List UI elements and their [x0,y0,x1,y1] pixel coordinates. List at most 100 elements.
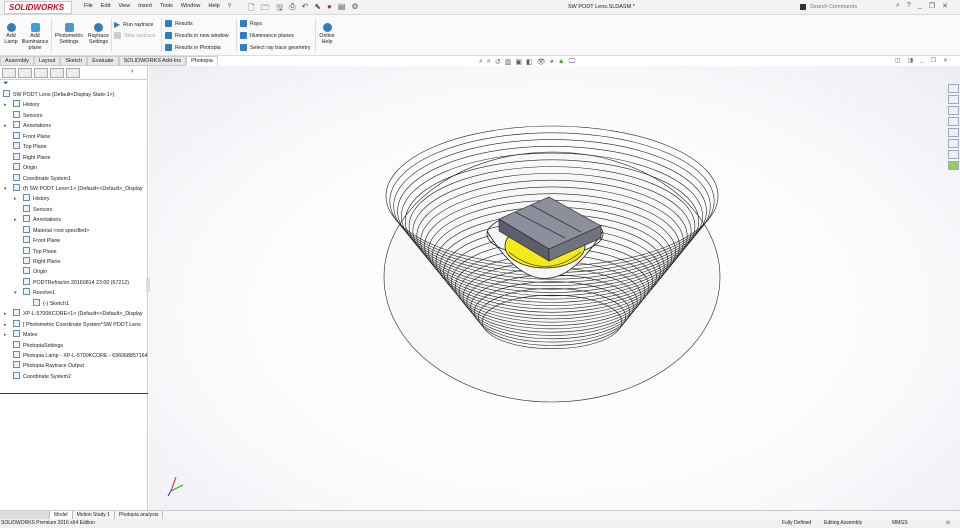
select-icon[interactable]: ⬉ [314,2,321,16]
tree-item[interactable]: PODTRefractor 20160814 23:00 (67212) [0,277,147,288]
tile-icon[interactable]: ◫ [895,57,901,64]
tree-item[interactable]: Front Plane [0,131,147,142]
tree-item[interactable]: ▸ History [0,100,147,110]
tab-assembly[interactable]: Assembly [0,56,34,66]
tree-item[interactable]: PhotopiaSettings [0,340,147,351]
tree-item[interactable]: ▸ History [0,194,147,204]
tab-solidworks-add-ins[interactable]: SOLIDWORKS Add-Ins [118,56,187,66]
tree-item[interactable]: Sensors [0,204,147,215]
file-explorer-icon[interactable] [948,106,959,115]
restore-icon[interactable]: ❐ [929,2,935,10]
tab-photopia-analysis[interactable]: Photopia analysis [115,511,164,519]
custom-properties-icon[interactable] [948,139,959,148]
filter-icon[interactable]: ⏷ [0,80,147,90]
pin-icon[interactable]: ⚲ [228,3,232,9]
tree-item[interactable]: Right Plane [0,257,147,267]
panel-expand-icon[interactable]: › [131,68,145,78]
rays-button[interactable]: Rays [240,20,262,27]
tab-photopia[interactable]: Photopia [186,56,218,66]
zoom-area-icon[interactable]: ⌕ [487,58,491,66]
expand-arrow-icon[interactable]: ▸ [4,121,7,131]
search-commands-input[interactable]: Search Commands [798,2,888,12]
tree-item[interactable]: Front Plane [0,236,147,246]
zoom-to-fit-icon[interactable]: ⌕ [479,58,483,66]
photometric-settings-button[interactable]: Photometric Settings [53,23,85,45]
tree-item[interactable]: ▾ (f) SW PODT Lens<1> (Default<<Default>_… [0,183,147,194]
select-ray-trace-geometry-button[interactable]: Select ray trace geometry [240,44,310,51]
search-icon[interactable]: ⌕ [896,2,900,10]
appearances-icon[interactable] [948,128,959,137]
expand-arrow-icon[interactable]: ▸ [4,320,7,330]
tree-item[interactable]: Photopia Lamp - XP-L-5700KCORE - 6360688… [0,350,147,361]
display-manager-tab-icon[interactable] [66,68,80,78]
tree-item[interactable]: ▸ Annotations [0,121,147,131]
tab-sketch[interactable]: Sketch [60,56,88,66]
tree-item[interactable]: ▸ [ Photometric Coordinate System^SW PODT… [0,319,147,330]
view-orientation-icon[interactable]: ▣ [515,58,522,66]
panel-collapse-handle[interactable] [146,278,150,292]
menu-tools[interactable]: Tools [160,3,173,9]
tree-item[interactable]: ▸ Annotations [0,215,147,225]
tree-item[interactable]: SW PODT Lens (Default<Display State-1>) [0,90,147,100]
dimxpert-tab-icon[interactable] [50,68,64,78]
configuration-manager-tab-icon[interactable] [34,68,48,78]
results-new-window-button[interactable]: Results in new window [165,32,229,39]
hide-show-icon[interactable]: 👁 [537,58,546,66]
close-icon[interactable]: ✕ [942,2,948,10]
view-settings-icon[interactable]: 🖵 [569,58,576,66]
solidworks-forum-icon[interactable] [948,150,959,159]
tree-item[interactable]: Origin [0,267,147,277]
menu-edit[interactable]: Edit [101,3,110,9]
open-icon[interactable]: 🗁 [260,2,270,16]
save-icon[interactable]: 🖫 [276,2,283,16]
section-view-icon[interactable]: ▥ [505,58,512,66]
tree-item[interactable]: ▸ XP-L-5700KCORE<1> (Default<<Default>_Di… [0,309,147,319]
graphics-viewport[interactable]: ⌕ ⌕ ↺ ▥ ▣ ◧ 👁 ◕ ▲ 🖵 ◫ ◨ _ ❐ ✕ [146,57,960,510]
expand-arrow-icon[interactable]: ▾ [4,184,7,194]
photopia-pane-icon[interactable] [948,161,959,170]
rebuild-status-icon[interactable]: ⊙ [946,519,950,528]
stop-raytrace-button[interactable]: Stop raytrace [114,32,156,39]
view-palette-icon[interactable] [948,117,959,126]
expand-arrow-icon[interactable]: ▾ [14,288,17,298]
tree-item[interactable]: Top Plane [0,246,147,257]
illuminance-planes-button[interactable]: Illuminance planes [240,32,294,39]
expand-arrow-icon[interactable]: ▸ [14,194,17,204]
menu-file[interactable]: File [84,3,93,9]
rebuild-icon[interactable]: ● [327,2,332,16]
tree-item[interactable]: (-) Sketch1 [0,298,147,309]
menu-help[interactable]: Help [208,3,219,9]
tree-item[interactable]: Material <not specified> [0,225,147,236]
run-raytrace-button[interactable]: ▶ Run raytrace [114,20,153,29]
viewport-restore-icon[interactable]: ❐ [931,57,936,64]
scene-icon[interactable]: ▲ [558,58,565,66]
undo-icon[interactable]: ↶ [302,2,309,16]
help-icon[interactable]: ? [907,2,911,10]
feature-manager-tab-icon[interactable] [2,68,16,78]
previous-view-icon[interactable]: ↺ [495,58,501,66]
tree-item[interactable]: Top Plane [0,142,147,152]
raytrace-settings-button[interactable]: Raytrace Settings [86,23,111,45]
units-selector[interactable]: MMGS [892,519,908,528]
menu-insert[interactable]: Insert [138,3,152,9]
online-help-button[interactable]: Online Help [317,23,337,45]
tree-item[interactable]: Sensors [0,110,147,121]
minimize-icon[interactable]: _ [918,2,922,10]
expand-arrow-icon[interactable]: ▸ [4,100,7,110]
tree-item[interactable]: Photopia Raytrace Output [0,361,147,371]
print-icon[interactable]: ⎙ [289,2,295,16]
tree-item[interactable]: Coordinate System1 [0,173,147,184]
menu-view[interactable]: View [118,3,130,9]
tree-item[interactable]: Coordinate System2 [0,371,147,382]
new-document-icon[interactable]: 🗋 [248,2,254,16]
tree-item[interactable]: ▸ Mates [0,330,147,340]
solidworks-logo[interactable]: SOLIDWORKS [4,1,72,14]
design-library-icon[interactable] [948,95,959,104]
tab-layout[interactable]: Layout [33,56,61,66]
results-button[interactable]: Results [165,20,193,27]
tree-item[interactable]: Origin [0,163,147,173]
expand-arrow-icon[interactable]: ▸ [14,215,17,225]
horizontal-scrollbar[interactable] [0,511,50,519]
solidworks-resources-icon[interactable] [948,84,959,93]
options-gear-icon[interactable]: ⚙ [351,2,358,16]
